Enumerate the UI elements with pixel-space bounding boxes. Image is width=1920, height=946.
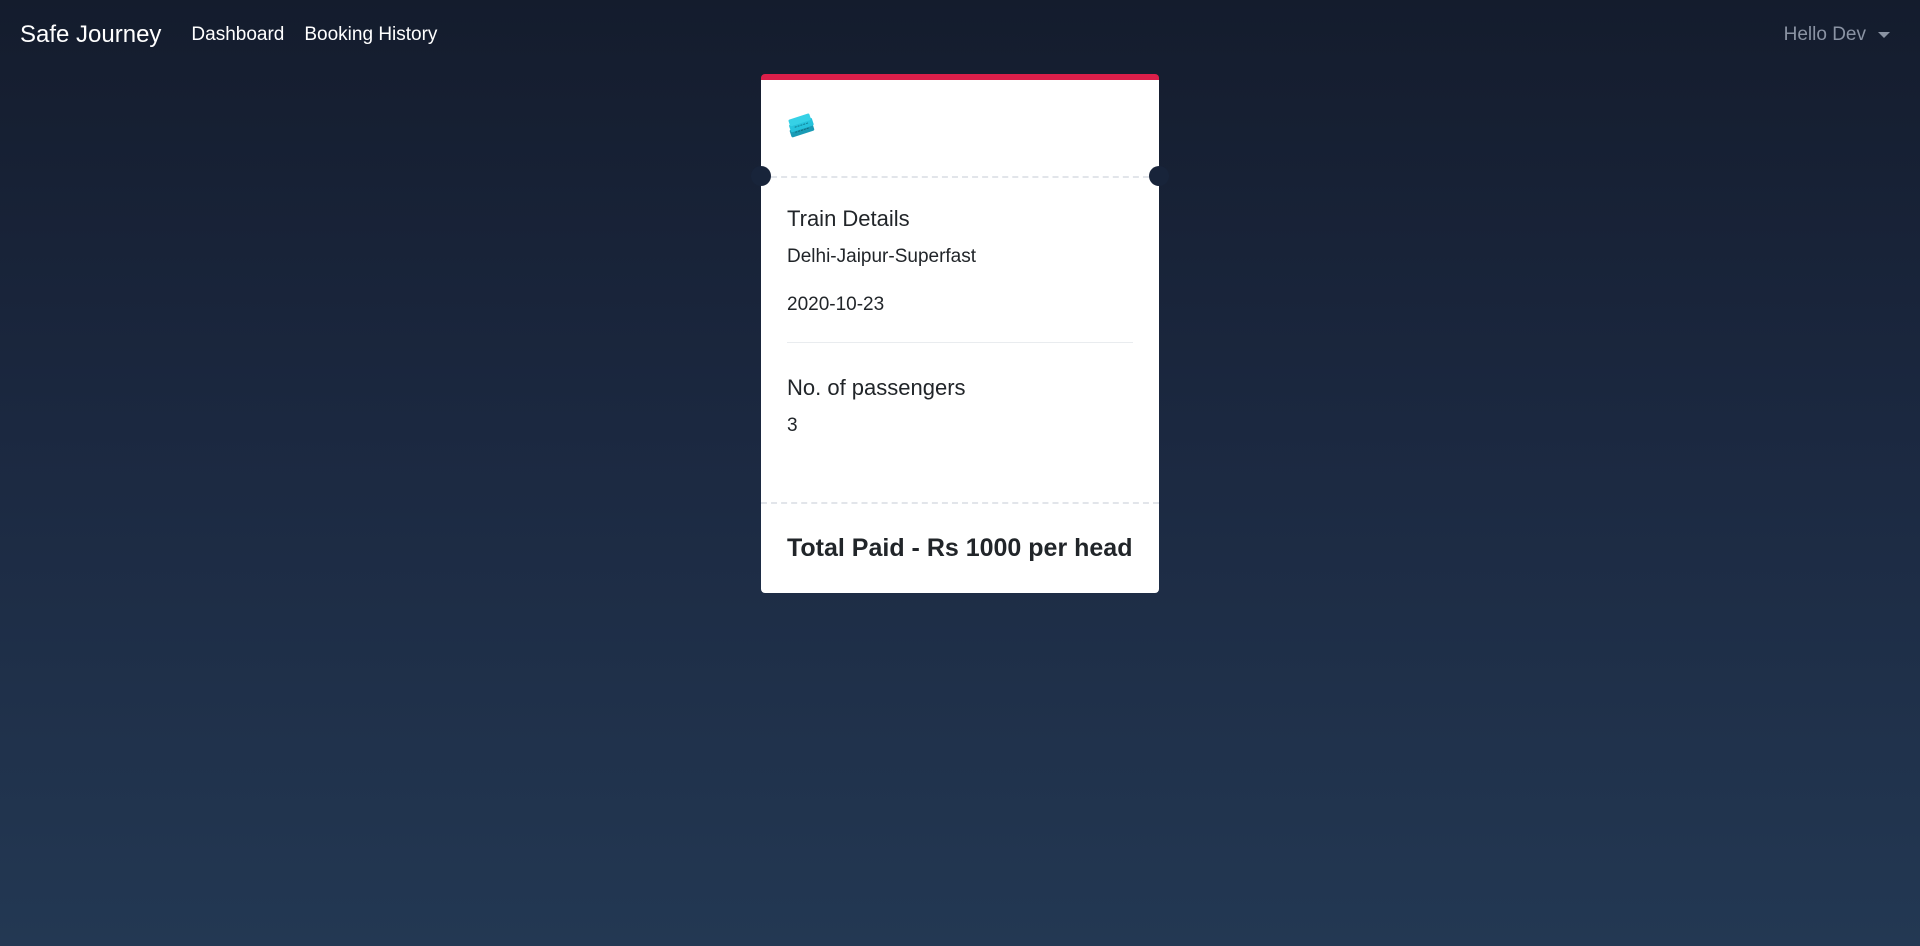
chevron-down-icon bbox=[1878, 32, 1890, 38]
user-greeting: Hello Dev bbox=[1783, 24, 1866, 45]
nav-link-booking-history[interactable]: Booking History bbox=[304, 24, 437, 46]
passengers-count: 3 bbox=[787, 415, 798, 436]
user-dropdown[interactable]: Hello Dev bbox=[1784, 0, 1890, 70]
ticket-body: Train Details Delhi-Jaipur-Superfast 202… bbox=[761, 178, 1159, 504]
ticket-notch-right bbox=[1149, 166, 1169, 186]
navbar: Safe Journey Dashboard Booking History H… bbox=[0, 0, 1920, 70]
ticket-card: Train Details Delhi-Jaipur-Superfast 202… bbox=[751, 74, 1169, 593]
journey-date: 2020-10-23 bbox=[787, 294, 885, 315]
train-details-heading: Train Details bbox=[787, 206, 910, 231]
ticket-notch-left bbox=[751, 166, 771, 186]
total-paid: Total Paid - Rs 1000 per head bbox=[787, 534, 1133, 562]
passengers-heading: No. of passengers bbox=[787, 375, 966, 400]
ticket-icon bbox=[788, 113, 815, 138]
nav-link-dashboard[interactable]: Dashboard bbox=[191, 24, 284, 46]
train-name: Delhi-Jaipur-Superfast bbox=[787, 246, 977, 267]
divider bbox=[787, 342, 1133, 343]
ticket-header bbox=[751, 80, 1169, 186]
brand-link[interactable]: Safe Journey bbox=[20, 21, 161, 49]
